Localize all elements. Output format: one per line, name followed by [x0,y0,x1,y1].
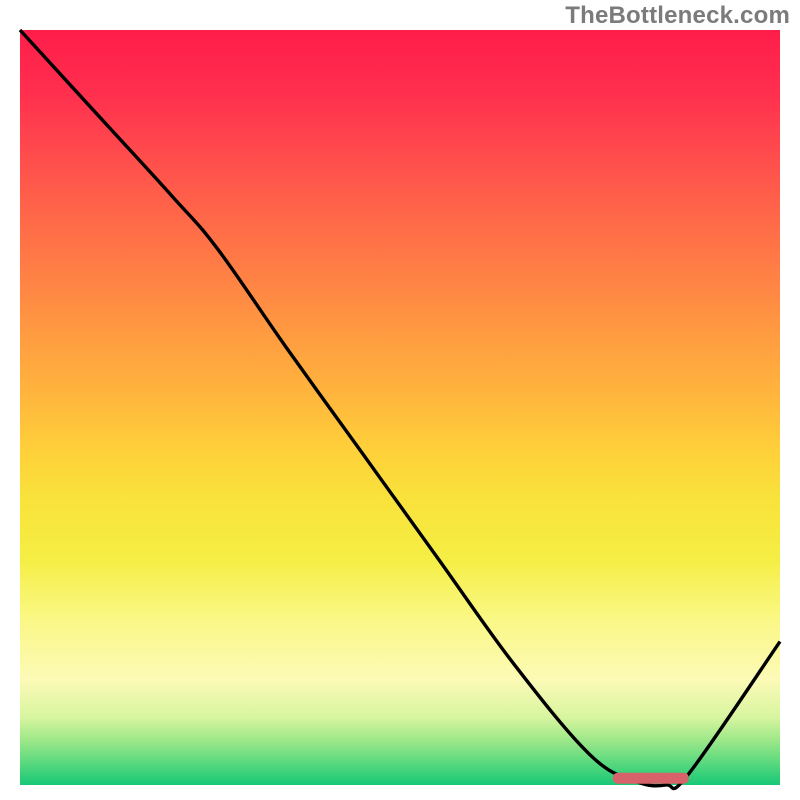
watermark-text: TheBottleneck.com [565,2,790,30]
line-chart-svg [20,30,780,785]
chart-container: TheBottleneck.com [0,0,800,800]
plot-area [20,30,780,785]
optimal-range-marker [613,773,689,784]
performance-curve [20,30,780,789]
